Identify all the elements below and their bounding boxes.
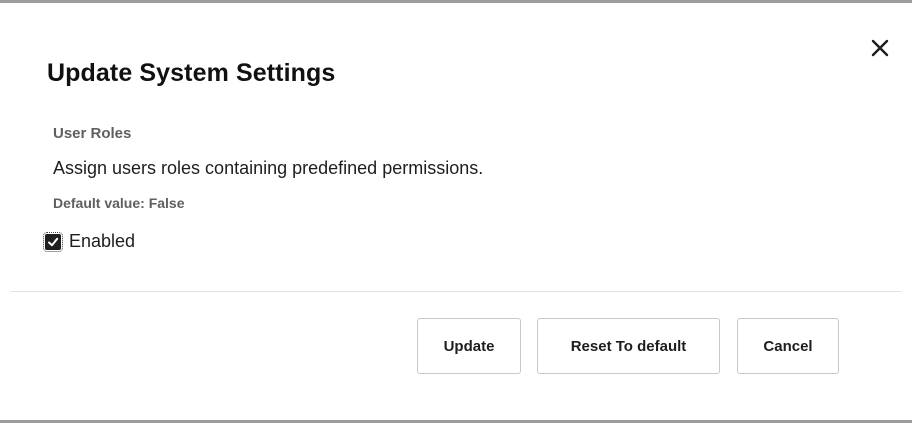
update-button[interactable]: Update [417, 318, 521, 374]
update-settings-dialog: Update System Settings User Roles Assign… [0, 0, 912, 423]
close-icon [871, 39, 889, 57]
enabled-checkbox-row[interactable]: Enabled [43, 231, 135, 252]
enabled-checkbox[interactable] [43, 231, 63, 252]
dialog-title: Update System Settings [47, 59, 336, 87]
close-button[interactable] [869, 37, 891, 59]
cancel-button[interactable]: Cancel [737, 318, 839, 374]
footer-divider [10, 291, 902, 292]
checkmark-icon [48, 237, 59, 246]
setting-default-value: Default value: False [53, 195, 185, 211]
enabled-label[interactable]: Enabled [69, 231, 135, 252]
setting-description: Assign users roles containing predefined… [53, 158, 484, 178]
setting-name: User Roles [53, 125, 132, 142]
reset-to-default-button[interactable]: Reset To default [537, 318, 720, 374]
